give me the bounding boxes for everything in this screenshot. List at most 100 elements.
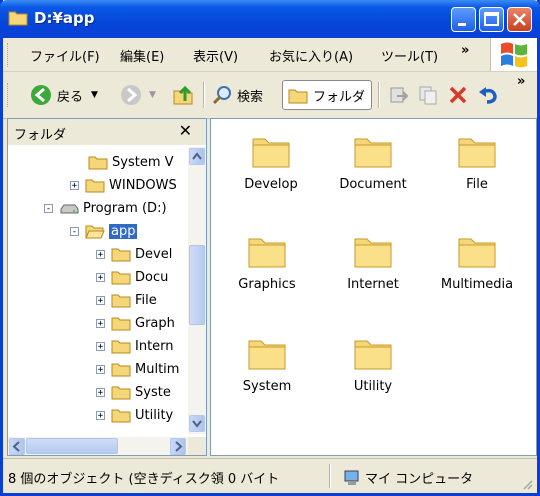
scroll-thumb[interactable]	[189, 245, 205, 325]
forward-dropdown-icon[interactable]: ▼	[149, 90, 156, 100]
main-panes: フォルダ ✕ System V + WINDOWS - Program (D:)…	[3, 118, 537, 458]
tree-node[interactable]: + File	[96, 289, 157, 311]
folder-icon	[111, 340, 131, 354]
folders-button[interactable]: フォルダ	[282, 80, 372, 110]
toolbar-overflow-chevron[interactable]: »	[517, 74, 525, 89]
folder-item[interactable]: Develop	[221, 133, 321, 213]
folder-icon	[111, 271, 131, 285]
open-folder-icon	[85, 225, 105, 239]
tree-node-drive[interactable]: - Program (D:)	[44, 197, 167, 219]
expand-icon[interactable]: +	[96, 295, 105, 305]
expand-icon[interactable]: +	[96, 410, 105, 420]
tree-node-label: Graph	[135, 315, 175, 331]
menu-tools[interactable]: ツール(T)	[381, 46, 438, 65]
status-location-label: マイ コンピュータ	[365, 472, 474, 487]
tree-node-label: WINDOWS	[109, 177, 177, 193]
folder-item-label: Utility	[353, 379, 393, 394]
expand-icon[interactable]: +	[96, 387, 105, 397]
search-icon	[212, 86, 231, 105]
tree-node[interactable]: + Utility	[96, 404, 173, 426]
tree-node[interactable]: + Docu	[96, 266, 168, 288]
menu-grip[interactable]	[7, 43, 11, 67]
expand-icon[interactable]: +	[70, 180, 79, 190]
large-folder-icon	[458, 238, 496, 268]
move-to-icon	[390, 87, 409, 103]
folder-pane-close-button[interactable]: ✕	[179, 121, 192, 140]
resize-grip-icon[interactable]	[521, 478, 533, 490]
folder-item[interactable]: System	[217, 335, 317, 415]
folder-item-label: Develop	[244, 177, 298, 192]
scroll-right-button[interactable]	[170, 438, 186, 455]
chevron-left-icon	[12, 441, 20, 452]
menu-file[interactable]: ファイル(F)	[30, 46, 100, 65]
minimize-button[interactable]	[451, 7, 476, 32]
expand-icon[interactable]: +	[96, 272, 105, 282]
search-label: 検索	[237, 89, 264, 105]
scroll-corner	[188, 437, 206, 455]
scroll-down-button[interactable]	[189, 415, 205, 432]
folder-tree-icon	[288, 89, 308, 104]
forward-button[interactable]: ▼	[119, 80, 156, 110]
forward-arrow-icon	[121, 85, 141, 105]
undo-button[interactable]	[477, 80, 499, 110]
expand-icon[interactable]: +	[96, 341, 105, 351]
my-computer-icon	[344, 470, 359, 485]
tree-node-label: Program (D:)	[83, 200, 167, 216]
large-folder-icon	[354, 340, 392, 370]
tree-node[interactable]: + Devel	[96, 243, 172, 265]
toolbar-grip[interactable]	[7, 83, 11, 107]
scroll-thumb[interactable]	[26, 438, 118, 454]
search-button[interactable]: 検索	[211, 80, 263, 110]
back-button[interactable]: 戻る ▼	[29, 80, 98, 110]
tree-node[interactable]: + Multim	[96, 358, 179, 380]
back-dropdown-icon[interactable]: ▼	[91, 90, 98, 100]
folder-item[interactable]: Internet	[323, 233, 423, 313]
folder-icon	[111, 317, 131, 331]
tree-node[interactable]: + Intern	[96, 335, 174, 357]
move-to-button[interactable]	[387, 80, 409, 110]
tree-node-label: Devel	[135, 246, 173, 262]
folder-item[interactable]: File	[427, 133, 527, 213]
collapse-icon[interactable]: -	[70, 226, 79, 236]
minimize-icon	[458, 23, 466, 26]
folder-item[interactable]: Graphics	[217, 233, 317, 313]
scroll-up-button[interactable]	[189, 148, 205, 165]
folder-item[interactable]: Multimedia	[427, 233, 527, 313]
expand-icon[interactable]: +	[96, 249, 105, 259]
tree-node[interactable]: + Syste	[96, 381, 171, 403]
folder-item[interactable]: Utility	[323, 335, 423, 415]
tree-node[interactable]: + bee	[70, 427, 133, 433]
folder-item-label: Internet	[347, 277, 399, 292]
menu-favorites[interactable]: お気に入り(A)	[269, 46, 353, 65]
folder-item-label: System	[242, 379, 292, 394]
close-button[interactable]	[507, 7, 532, 32]
back-arrow-icon	[31, 85, 51, 105]
tree-node[interactable]: + Graph	[96, 312, 175, 334]
chevron-down-icon	[192, 420, 202, 428]
menu-overflow-chevron[interactable]: »	[461, 43, 469, 58]
tree-node-selected[interactable]: - app	[70, 220, 138, 242]
folder-icon	[88, 156, 108, 170]
chevron-up-icon	[192, 152, 202, 160]
expand-icon[interactable]: +	[96, 318, 105, 328]
collapse-icon[interactable]: -	[44, 203, 53, 213]
folder-icon	[8, 11, 28, 26]
scroll-left-button[interactable]	[9, 438, 25, 455]
folder-tree-vertical-scrollbar[interactable]	[188, 147, 206, 434]
menu-view[interactable]: 表示(V)	[193, 46, 238, 65]
up-folder-button[interactable]	[171, 80, 195, 110]
folder-icon	[111, 248, 131, 262]
folder-item[interactable]: Document	[323, 133, 423, 213]
expand-icon[interactable]: +	[96, 364, 105, 374]
copy-to-button[interactable]	[417, 80, 439, 110]
tree-node[interactable]: System V	[88, 151, 174, 173]
folder-tree-horizontal-scrollbar[interactable]	[8, 437, 188, 455]
maximize-button[interactable]	[479, 7, 504, 32]
tree-node[interactable]: + WINDOWS	[70, 174, 177, 196]
menu-edit[interactable]: 編集(E)	[120, 46, 164, 65]
title-bar[interactable]: D:¥app	[0, 0, 540, 38]
delete-button[interactable]	[447, 80, 469, 110]
tree-node-label: Multim	[135, 361, 180, 377]
folder-tree: System V + WINDOWS - Program (D:) - app …	[8, 147, 186, 432]
status-object-count: 8 個のオブジェクト (空きディスク領 0 バイト	[8, 472, 280, 487]
